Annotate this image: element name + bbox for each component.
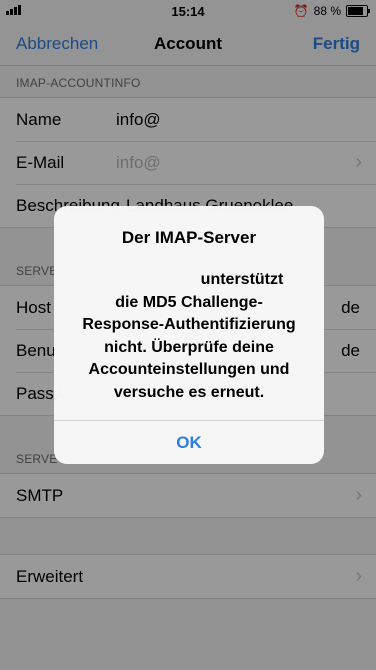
alert-message-line: Accounteinstellungen und: [88, 361, 290, 378]
alert-message-line: Response-Authentifizierung: [82, 316, 296, 333]
alert-message-line: nicht. Überprüfe deine: [104, 338, 274, 356]
alert-dialog: Der IMAP-Server unterstützt die MD5 Chal…: [54, 206, 324, 464]
alert-title: Der IMAP-Server: [121, 228, 257, 247]
alert-message-line: versuche es erneut.: [113, 383, 265, 401]
alert-message: unterstützt die MD5 Challenge- Response-…: [66, 269, 312, 404]
ok-button[interactable]: OK: [54, 421, 324, 464]
alert-message-line: unterstützt: [200, 271, 284, 288]
alert-message-line: die MD5 Challenge-: [115, 293, 263, 311]
